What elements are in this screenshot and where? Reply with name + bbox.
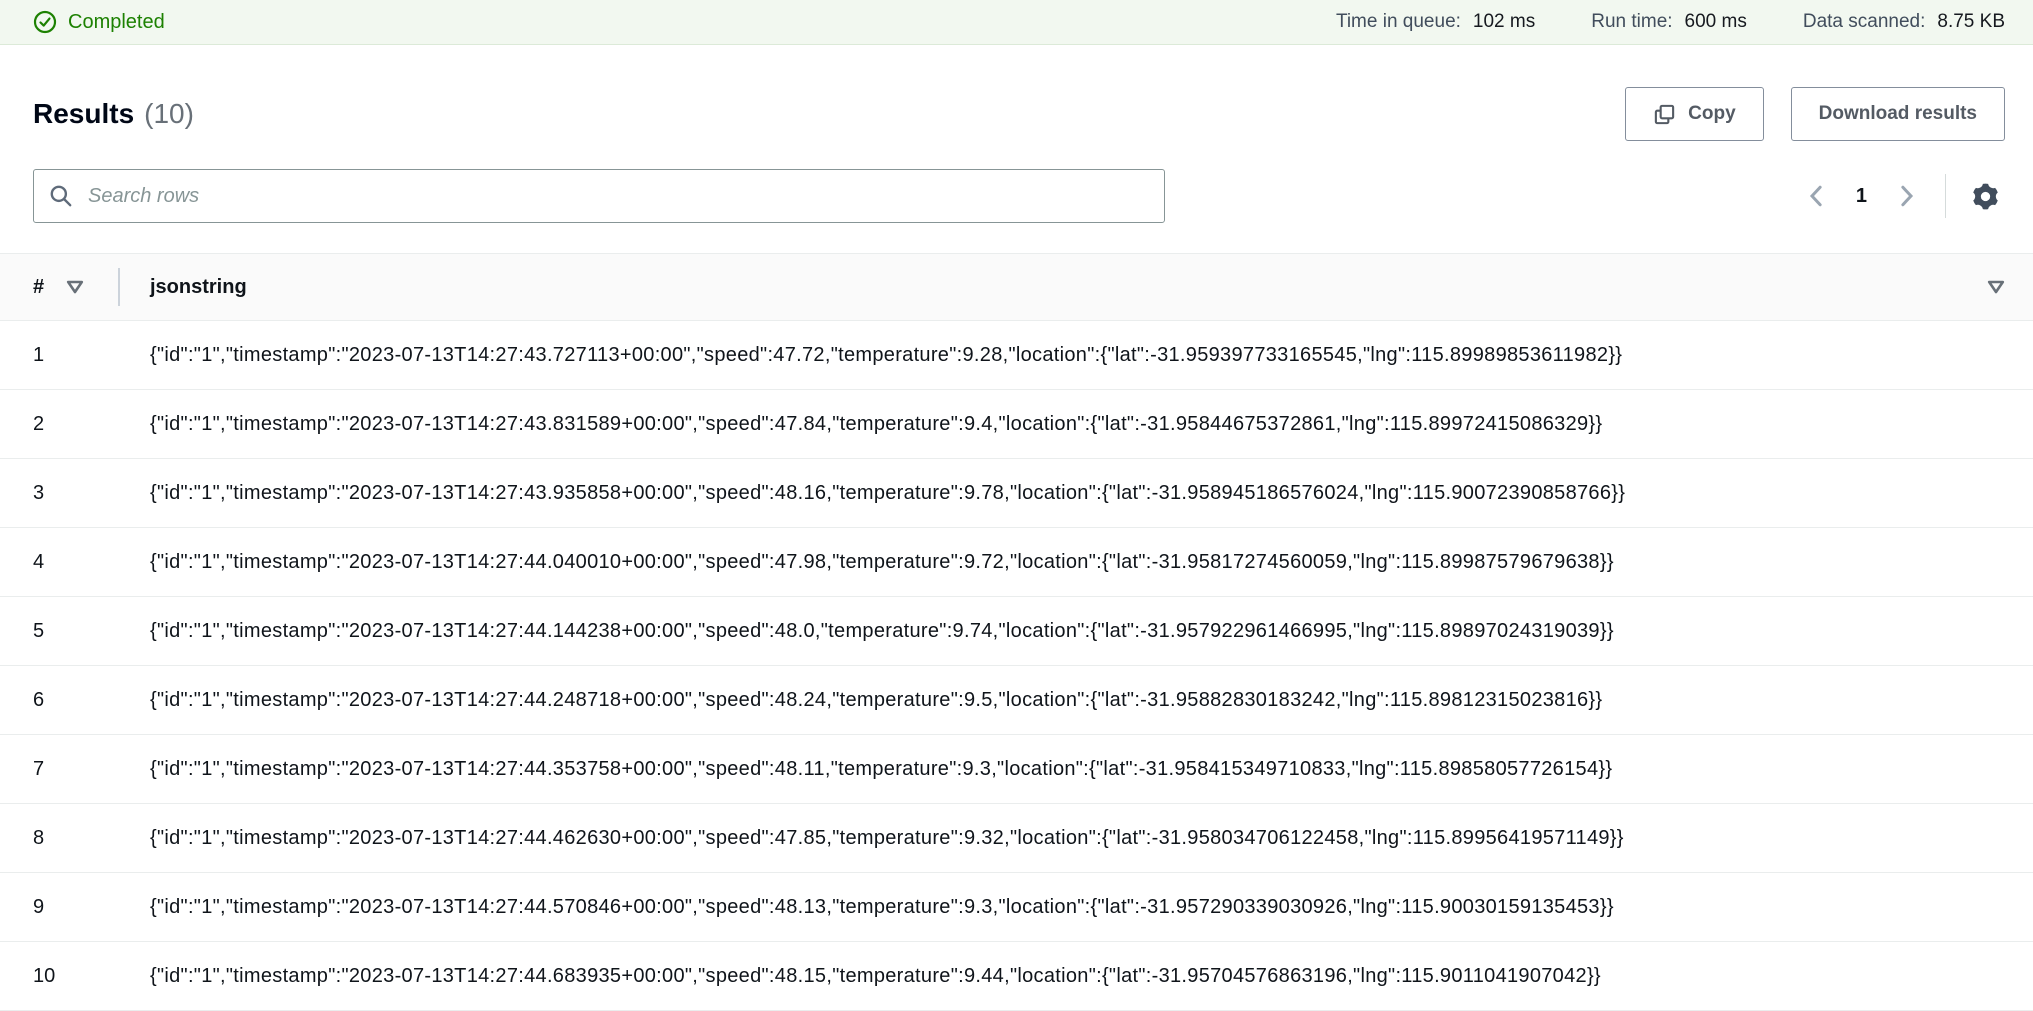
table-row[interactable]: 6 {"id":"1","timestamp":"2023-07-13T14:2… [0,666,2033,735]
table-row[interactable]: 2 {"id":"1","timestamp":"2023-07-13T14:2… [0,390,2033,459]
results-header: Results (10) Copy Download results [0,87,2033,141]
chevron-left-icon [1802,181,1832,211]
row-number-cell: 7 [33,758,150,781]
row-number-cell: 3 [33,482,150,505]
copy-button-label: Copy [1688,103,1736,125]
results-count: (10) [144,98,194,130]
jsonstring-cell: {"id":"1","timestamp":"2023-07-13T14:27:… [150,551,2005,574]
search-box[interactable] [33,169,1165,223]
jsonstring-cell: {"id":"1","timestamp":"2023-07-13T14:27:… [150,827,2005,850]
metric-run-time: Run time: 600 ms [1591,11,1747,33]
row-number-cell: 6 [33,689,150,712]
check-circle-icon [33,10,57,34]
status-label: Completed [68,11,165,34]
query-status-bar: Completed Time in queue: 102 ms Run time… [0,0,2033,45]
jsonstring-cell: {"id":"1","timestamp":"2023-07-13T14:27:… [150,620,2005,643]
table-row[interactable]: 8 {"id":"1","timestamp":"2023-07-13T14:2… [0,804,2033,873]
search-input[interactable] [86,184,1150,209]
metric-value: 600 ms [1685,11,1747,33]
pager-divider [1945,174,1946,218]
table-row[interactable]: 4 {"id":"1","timestamp":"2023-07-13T14:2… [0,528,2033,597]
row-number-cell: 10 [33,965,150,988]
download-results-button[interactable]: Download results [1791,87,2005,141]
results-toolbar: 1 [0,169,2033,223]
table-preferences-button[interactable] [1966,177,2005,216]
metric-value: 102 ms [1473,11,1535,33]
copy-button[interactable]: Copy [1625,87,1764,141]
row-number-cell: 9 [33,896,150,919]
current-page-number[interactable]: 1 [1856,185,1867,208]
jsonstring-cell: {"id":"1","timestamp":"2023-07-13T14:27:… [150,482,2005,505]
metric-label: Time in queue: [1336,11,1461,33]
table-row[interactable]: 5 {"id":"1","timestamp":"2023-07-13T14:2… [0,597,2033,666]
table-row[interactable]: 7 {"id":"1","timestamp":"2023-07-13T14:2… [0,735,2033,804]
jsonstring-cell: {"id":"1","timestamp":"2023-07-13T14:27:… [150,896,2005,919]
row-number-cell: 5 [33,620,150,643]
column-header-number[interactable]: # [33,276,118,299]
pagination: 1 [1798,174,2005,218]
chevron-right-icon [1891,181,1921,211]
query-metrics: Time in queue: 102 ms Run time: 600 ms D… [1336,11,2005,33]
metric-time-in-queue: Time in queue: 102 ms [1336,11,1535,33]
results-title: Results (10) [33,98,194,130]
table-row[interactable]: 10 {"id":"1","timestamp":"2023-07-13T14:… [0,942,2033,1011]
table-row[interactable]: 9 {"id":"1","timestamp":"2023-07-13T14:2… [0,873,2033,942]
query-status: Completed [33,10,165,34]
filter-triangle-icon[interactable] [1987,280,2005,294]
results-title-text: Results [33,98,134,130]
download-results-label: Download results [1819,103,1977,125]
jsonstring-cell: {"id":"1","timestamp":"2023-07-13T14:27:… [150,965,2005,988]
results-table: # jsonstring 1 {"id":"1","timestamp":"20… [0,253,2033,1011]
gear-icon [1970,181,2001,212]
row-number-cell: 4 [33,551,150,574]
row-number-cell: 2 [33,413,150,436]
results-actions: Copy Download results [1625,87,2005,141]
copy-icon [1653,103,1676,126]
table-row[interactable]: 1 {"id":"1","timestamp":"2023-07-13T14:2… [0,321,2033,390]
next-page-button[interactable] [1887,177,1925,215]
column-header-number-label: # [33,276,44,299]
table-header-row: # jsonstring [0,253,2033,321]
row-number-cell: 1 [33,344,150,367]
column-header-jsonstring-label: jsonstring [150,276,247,299]
jsonstring-cell: {"id":"1","timestamp":"2023-07-13T14:27:… [150,413,2005,436]
column-header-jsonstring[interactable]: jsonstring [120,276,2005,299]
jsonstring-cell: {"id":"1","timestamp":"2023-07-13T14:27:… [150,758,2005,781]
filter-triangle-icon[interactable] [66,280,84,294]
jsonstring-cell: {"id":"1","timestamp":"2023-07-13T14:27:… [150,344,2005,367]
metric-label: Run time: [1591,11,1672,33]
previous-page-button[interactable] [1798,177,1836,215]
metric-label: Data scanned: [1803,11,1926,33]
metric-data-scanned: Data scanned: 8.75 KB [1803,11,2005,33]
jsonstring-cell: {"id":"1","timestamp":"2023-07-13T14:27:… [150,689,2005,712]
search-icon [48,183,74,209]
row-number-cell: 8 [33,827,150,850]
metric-value: 8.75 KB [1937,11,2005,33]
table-row[interactable]: 3 {"id":"1","timestamp":"2023-07-13T14:2… [0,459,2033,528]
